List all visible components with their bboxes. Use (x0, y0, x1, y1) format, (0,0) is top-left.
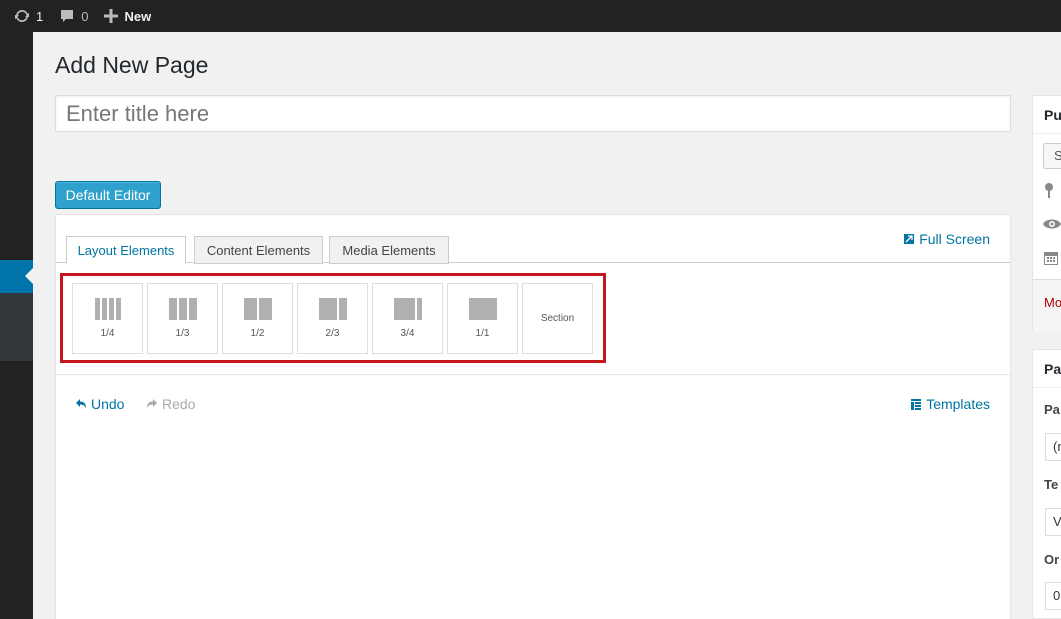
element-section[interactable]: Section (522, 283, 593, 354)
element-label: 3/4 (400, 328, 415, 339)
redo-label: Redo (162, 396, 196, 412)
admin-bar: 1 0 New (0, 0, 1061, 32)
divider (1033, 387, 1061, 388)
element-three-fourths[interactable]: 3/4 (372, 283, 443, 354)
templates-label: Templates (926, 396, 990, 412)
element-two-thirds[interactable]: 2/3 (297, 283, 368, 354)
plus-icon (104, 9, 119, 23)
current-arrow (25, 268, 33, 284)
redo-button[interactable]: Redo (147, 396, 195, 412)
parent-label: Pa (1044, 402, 1060, 417)
columns-icon (318, 298, 347, 320)
template-select[interactable]: V (1045, 508, 1061, 536)
new-label: New (124, 8, 152, 24)
columns-icon (94, 298, 121, 320)
default-editor-button[interactable]: Default Editor (55, 181, 161, 209)
new-content-item[interactable]: New (96, 0, 159, 32)
comments-count: 0 (81, 8, 89, 24)
updates-count: 1 (36, 8, 44, 24)
element-label: Section (540, 313, 575, 324)
undo-button[interactable]: Undo (76, 396, 124, 412)
tab-content-elements[interactable]: Content Elements (194, 236, 323, 264)
tab-layout-elements[interactable]: Layout Elements (66, 236, 186, 264)
order-label: Or (1044, 552, 1060, 567)
element-one-half[interactable]: 1/2 (222, 283, 293, 354)
save-draft-button[interactable]: S (1043, 143, 1061, 169)
fullscreen-link[interactable]: Full Screen (904, 231, 990, 247)
comments-item[interactable]: 0 (51, 0, 96, 32)
builder-toolbar: Undo Redo Templates (56, 390, 1010, 420)
undo-label: Undo (91, 396, 125, 412)
element-one-fourth[interactable]: 1/4 (72, 283, 143, 354)
columns-icon (243, 298, 272, 320)
element-tabs: Layout Elements Content Elements Media E… (56, 215, 1010, 264)
page-attributes-box: Pa Pa (n Te V Or 0 (1032, 349, 1061, 619)
templates-button[interactable]: Templates (911, 396, 990, 412)
columns-icon (468, 298, 497, 320)
attributes-heading: Pa (1044, 361, 1061, 377)
parent-select[interactable]: (n (1045, 433, 1061, 461)
layout-elements-area: 1/4 1/3 1/2 2/3 3/4 1/1 Section (56, 263, 1010, 375)
element-label: 1/3 (175, 328, 190, 339)
refresh-icon (15, 9, 29, 23)
page-builder: Layout Elements Content Elements Media E… (55, 214, 1011, 619)
templates-icon (911, 398, 922, 410)
divider (1033, 133, 1061, 134)
element-label: 2/3 (325, 328, 340, 339)
pin-icon (1045, 183, 1053, 198)
title-input[interactable] (55, 95, 1011, 132)
eye-icon (1043, 219, 1061, 229)
fullscreen-label: Full Screen (919, 231, 990, 247)
element-one-third[interactable]: 1/3 (147, 283, 218, 354)
fullscreen-icon (904, 234, 915, 244)
tab-media-elements[interactable]: Media Elements (329, 236, 449, 264)
menu-item-pages[interactable] (0, 260, 33, 293)
publish-box: Pu S Mo (1032, 95, 1061, 332)
element-label: 1/1 (475, 328, 490, 339)
page-title: Add New Page (55, 52, 209, 78)
comment-icon (61, 10, 74, 22)
publish-heading: Pu (1044, 107, 1061, 123)
element-label: 1/4 (100, 328, 115, 339)
admin-menu (0, 32, 33, 619)
undo-icon (76, 399, 86, 409)
columns-icon (393, 298, 422, 320)
submenu[interactable] (0, 293, 33, 361)
redo-icon (147, 399, 157, 409)
calendar-icon (1044, 252, 1058, 265)
updates-item[interactable]: 1 (0, 0, 51, 32)
order-input[interactable]: 0 (1045, 582, 1061, 610)
template-label: Te (1044, 477, 1059, 492)
element-full-width[interactable]: 1/1 (447, 283, 518, 354)
move-to-trash-link[interactable]: Mo (1044, 295, 1061, 310)
columns-icon (168, 298, 197, 320)
element-label: 1/2 (250, 328, 265, 339)
